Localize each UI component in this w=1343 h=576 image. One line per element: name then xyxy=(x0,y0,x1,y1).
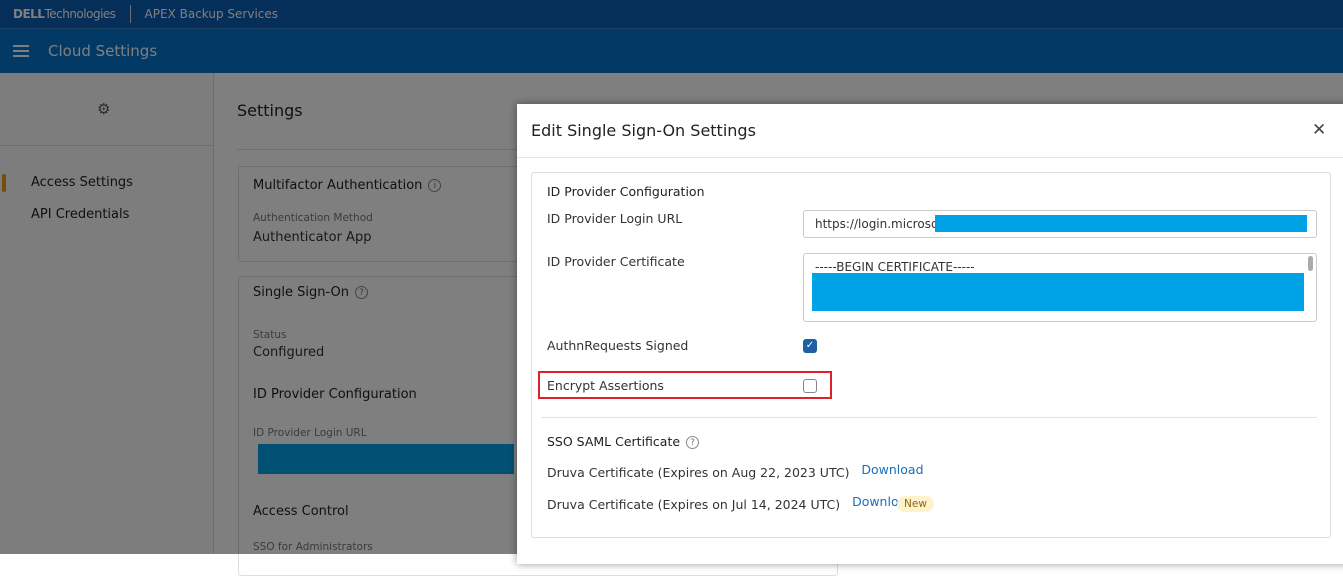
divider xyxy=(517,157,1343,158)
authn-signed-label: AuthnRequests Signed xyxy=(547,338,689,353)
sso-form-panel: ID Provider Configuration ID Provider Lo… xyxy=(531,172,1331,538)
close-icon[interactable]: ✕ xyxy=(1312,120,1326,140)
login-url-label: ID Provider Login URL xyxy=(547,211,683,226)
authn-signed-checkbox[interactable]: ✓ xyxy=(803,339,817,353)
encrypt-assertions-label: Encrypt Assertions xyxy=(547,378,664,393)
redacted-block xyxy=(812,273,1304,311)
divider xyxy=(541,417,1317,418)
help-icon[interactable]: ? xyxy=(686,436,700,449)
cert-row: Druva Certificate (Expires on Jul 14, 20… xyxy=(547,494,915,512)
redacted-block xyxy=(935,215,1307,232)
new-badge: New xyxy=(897,496,934,512)
download-link[interactable]: Download xyxy=(861,462,923,477)
modal-title: Edit Single Sign-On Settings xyxy=(531,121,756,140)
cert-row: Druva Certificate (Expires on Aug 22, 20… xyxy=(547,462,924,480)
encrypt-assertions-checkbox[interactable] xyxy=(803,379,817,393)
saml-cert-title: SSO SAML Certificate? xyxy=(547,434,700,449)
certificate-label: ID Provider Certificate xyxy=(547,254,685,269)
section-title: ID Provider Configuration xyxy=(547,184,705,199)
edit-sso-modal: Edit Single Sign-On Settings ✕ ID Provid… xyxy=(517,104,1343,564)
scrollbar[interactable] xyxy=(1308,256,1313,271)
